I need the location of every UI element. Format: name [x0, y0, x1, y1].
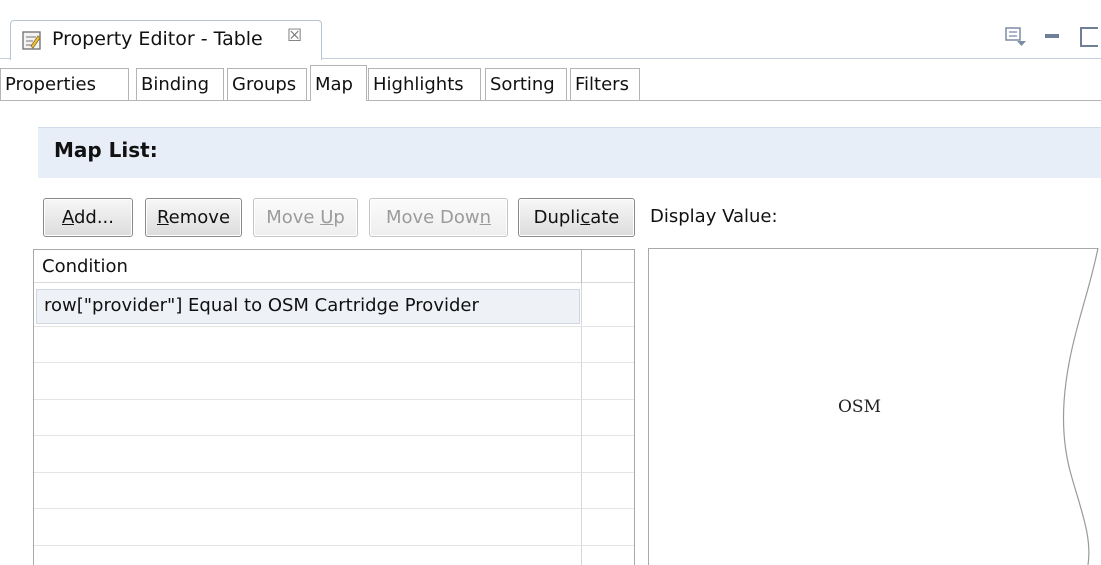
row-grid-line: [34, 545, 634, 546]
minimize-icon[interactable]: [1045, 34, 1059, 38]
condition-column-header[interactable]: Condition: [42, 256, 128, 277]
condition-cell[interactable]: row["provider"] Equal to OSM Cartridge P…: [44, 295, 479, 316]
move-down-button[interactable]: Move Down: [369, 198, 508, 237]
row-grid-line: [34, 362, 634, 363]
display-value-label: Display Value:: [650, 206, 778, 227]
move-up-button[interactable]: Move Up: [253, 198, 358, 237]
tab-properties[interactable]: Properties: [0, 68, 129, 100]
maximize-icon[interactable]: [1080, 27, 1098, 47]
row-grid-line: [34, 326, 634, 327]
row-grid-line: [34, 399, 634, 400]
view-menu-icon[interactable]: [1004, 26, 1028, 48]
torn-edge: [1062, 248, 1101, 565]
remove-button[interactable]: Remove: [145, 198, 242, 237]
view-title: Property Editor - Table: [52, 28, 263, 50]
row-grid-line: [34, 472, 634, 473]
row-grid-line: [34, 508, 634, 509]
tab-sorting[interactable]: Sorting: [485, 68, 567, 100]
add-button[interactable]: Add...: [43, 198, 133, 237]
display-value-text: OSM: [838, 397, 881, 417]
map-list-header: [38, 127, 1101, 178]
tab-binding[interactable]: Binding: [136, 68, 224, 100]
tab-map[interactable]: Map: [310, 65, 367, 101]
tab-highlights[interactable]: Highlights: [368, 68, 481, 100]
column-divider: [581, 250, 582, 565]
tab-filters[interactable]: Filters: [570, 68, 640, 100]
tab-groups[interactable]: Groups: [227, 68, 307, 100]
row-grid-line: [34, 435, 634, 436]
column-resize-handle[interactable]: [581, 250, 582, 283]
close-icon[interactable]: ☒: [287, 26, 302, 46]
duplicate-button[interactable]: Duplicate: [518, 198, 635, 237]
map-list-title: Map List:: [54, 138, 158, 162]
property-editor-icon: [22, 31, 41, 50]
